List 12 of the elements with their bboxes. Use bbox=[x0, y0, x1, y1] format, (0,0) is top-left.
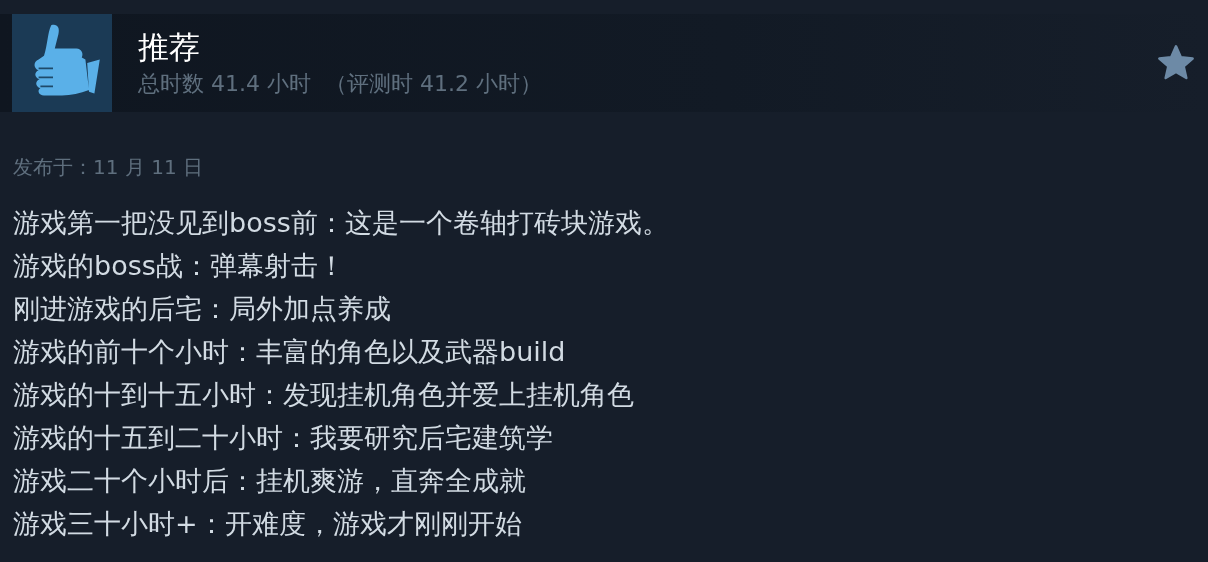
review-line: 游戏的十五到二十小时：我要研究后宅建筑学 bbox=[13, 421, 554, 455]
review-line: 游戏二十个小时后：挂机爽游，直奔全成就 bbox=[13, 464, 527, 498]
total-hours: 总时数 41.4 小时 bbox=[138, 70, 311, 98]
review-line: 游戏的十到十五小时：发现挂机角色并爱上挂机角色 bbox=[13, 378, 635, 412]
review-line: 游戏的前十个小时：丰富的角色以及武器build bbox=[13, 335, 567, 369]
review-line: 游戏第一把没见到boss前：这是一个卷轴打砖块游戏。 bbox=[13, 206, 670, 240]
hours-at-review: （评测时 41.2 小时） bbox=[325, 70, 542, 98]
review-line: 刚进游戏的后宅：局外加点养成 bbox=[13, 292, 392, 326]
review-line: 游戏三十小时+：开难度，游戏才刚刚开始 bbox=[13, 507, 523, 541]
review-line: 游戏的boss战：弹幕射击！ bbox=[13, 249, 346, 283]
posted-date: 发布于：11 月 11 日 bbox=[13, 154, 204, 181]
review-verdict: 推荐 bbox=[138, 28, 201, 67]
